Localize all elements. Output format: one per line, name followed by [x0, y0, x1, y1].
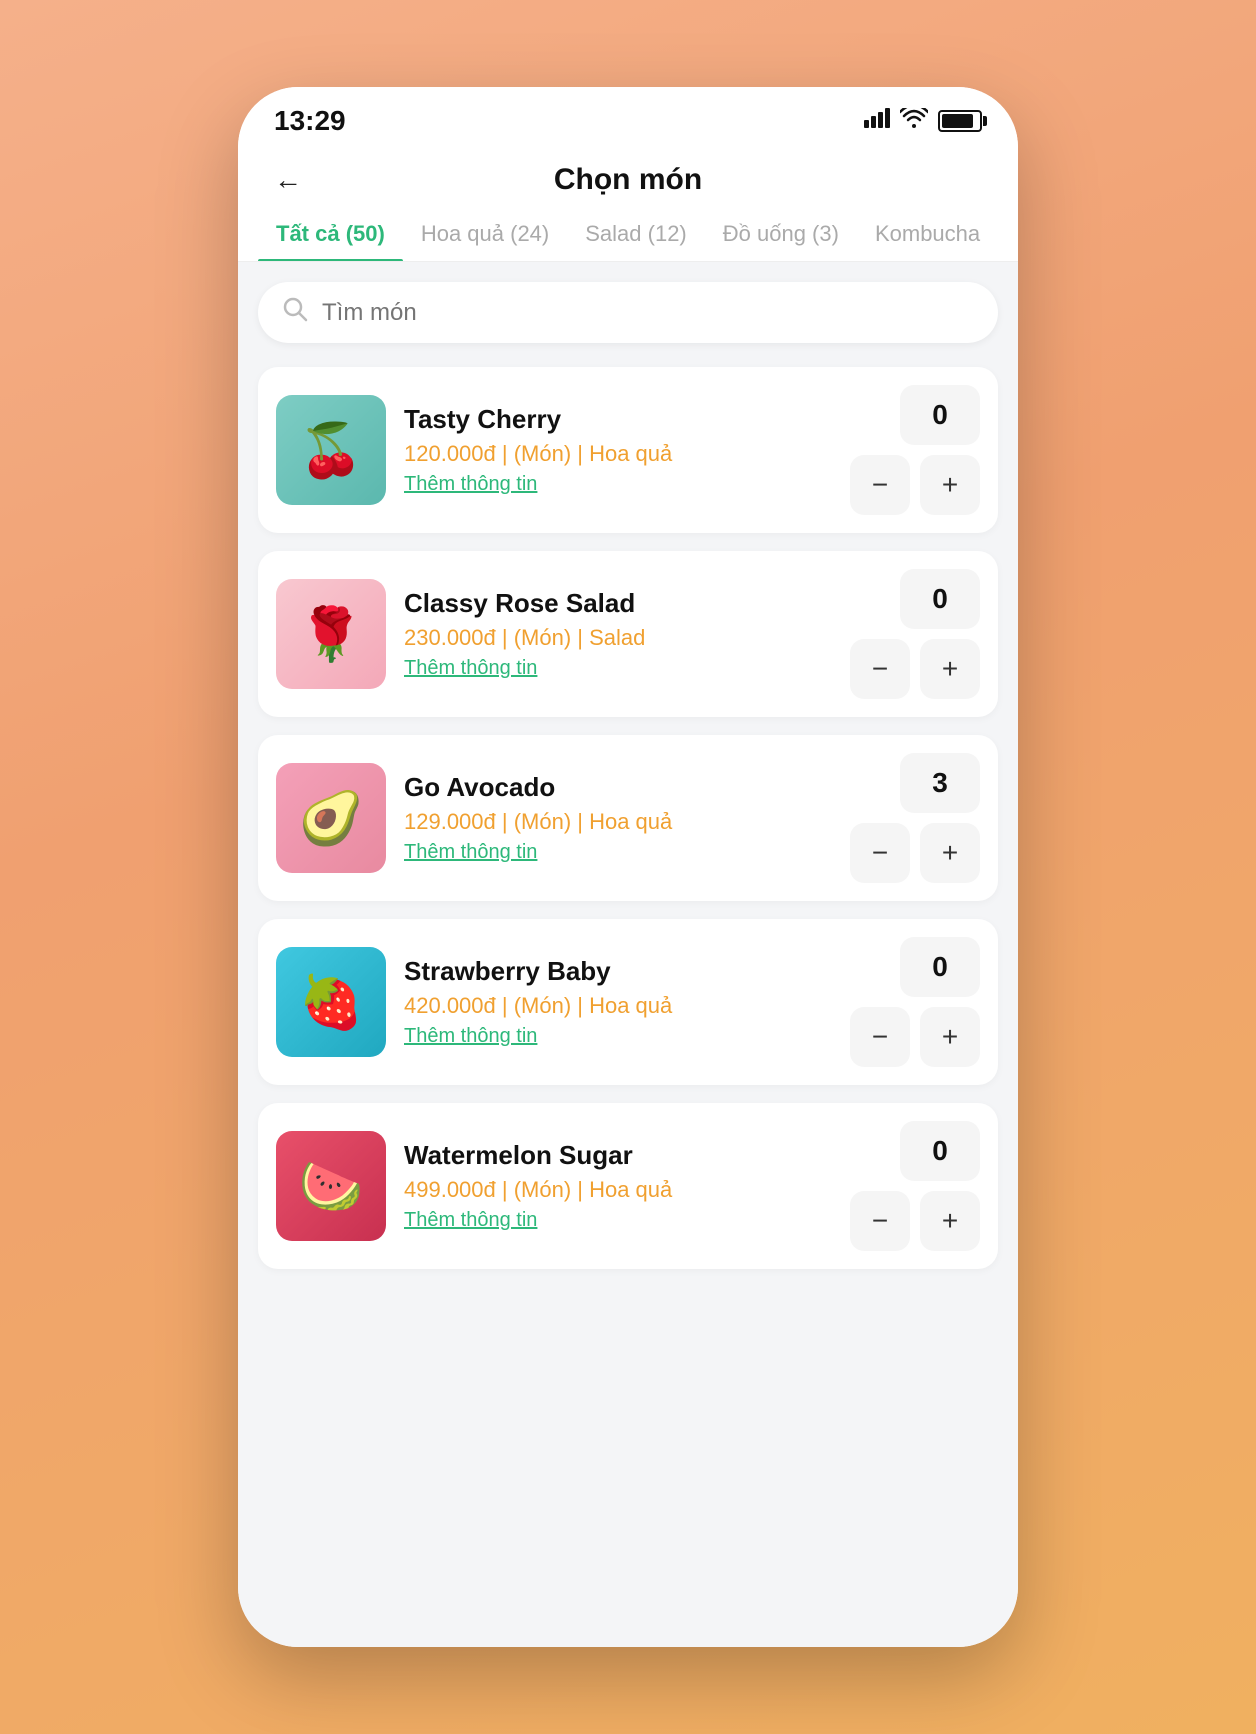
item-name-item3: Go Avocado: [404, 772, 850, 803]
item-more-link-item1[interactable]: Thêm thông tin: [404, 473, 537, 495]
search-input[interactable]: [322, 299, 974, 327]
item-qty-item4: 0: [900, 937, 980, 997]
menu-item-item5: 🍉 Watermelon Sugar 499.000đ | (Món) | Ho…: [258, 1103, 998, 1269]
tabs-container: Tất cả (50)Hoa quả (24)Salad (12)Đồ uống…: [238, 207, 1018, 262]
item-controls-item3: 3 − +: [850, 753, 980, 883]
item-controls-item2: 0 − +: [850, 569, 980, 699]
item-increment-item4[interactable]: +: [920, 1007, 980, 1067]
item-qty-item5: 0: [900, 1121, 980, 1181]
search-box: [258, 282, 998, 343]
item-controls-item5: 0 − +: [850, 1121, 980, 1251]
item-price-item1: 120.000đ | (Món) | Hoa quả: [404, 441, 850, 467]
item-qty-buttons-item4: − +: [850, 1007, 980, 1067]
item-price-item2: 230.000đ | (Món) | Salad: [404, 625, 850, 651]
menu-item-item3: 🥑 Go Avocado 129.000đ | (Món) | Hoa quả …: [258, 735, 998, 901]
item-image-item2: 🌹: [276, 579, 386, 689]
item-name-item1: Tasty Cherry: [404, 404, 850, 435]
item-more-link-item3[interactable]: Thêm thông tin: [404, 841, 537, 863]
item-info-item1: Tasty Cherry 120.000đ | (Món) | Hoa quả …: [404, 404, 850, 496]
item-decrement-item4[interactable]: −: [850, 1007, 910, 1067]
page-title: Chọn món: [554, 163, 702, 197]
item-info-item5: Watermelon Sugar 499.000đ | (Món) | Hoa …: [404, 1140, 850, 1232]
item-info-item3: Go Avocado 129.000đ | (Món) | Hoa quả Th…: [404, 772, 850, 864]
item-image-item1: 🍒: [276, 395, 386, 505]
item-image-item3: 🥑: [276, 763, 386, 873]
item-name-item2: Classy Rose Salad: [404, 588, 850, 619]
item-info-item2: Classy Rose Salad 230.000đ | (Món) | Sal…: [404, 588, 850, 680]
item-increment-item1[interactable]: +: [920, 455, 980, 515]
item-decrement-item2[interactable]: −: [850, 639, 910, 699]
item-price-item4: 420.000đ | (Món) | Hoa quả: [404, 993, 850, 1019]
item-decrement-item1[interactable]: −: [850, 455, 910, 515]
item-qty-buttons-item5: − +: [850, 1191, 980, 1251]
tab-salad[interactable]: Salad (12): [567, 207, 705, 261]
menu-item-item2: 🌹 Classy Rose Salad 230.000đ | (Món) | S…: [258, 551, 998, 717]
status-time: 13:29: [274, 105, 346, 137]
tab-all[interactable]: Tất cả (50): [258, 207, 403, 261]
phone-frame: 13:29: [238, 87, 1018, 1647]
item-price-item5: 499.000đ | (Món) | Hoa quả: [404, 1177, 850, 1203]
wifi-icon: [900, 108, 928, 134]
battery-icon: [938, 110, 982, 132]
item-qty-buttons-item1: − +: [850, 455, 980, 515]
menu-item-item1: 🍒 Tasty Cherry 120.000đ | (Món) | Hoa qu…: [258, 367, 998, 533]
item-image-item4: 🍓: [276, 947, 386, 1057]
search-icon: [282, 296, 308, 329]
item-more-link-item4[interactable]: Thêm thông tin: [404, 1025, 537, 1047]
item-controls-item1: 0 − +: [850, 385, 980, 515]
tab-drinks[interactable]: Đồ uống (3): [705, 207, 857, 261]
item-controls-item4: 0 − +: [850, 937, 980, 1067]
item-increment-item5[interactable]: +: [920, 1191, 980, 1251]
status-icons: [864, 108, 982, 134]
tab-fruit[interactable]: Hoa quả (24): [403, 207, 567, 261]
status-bar: 13:29: [238, 87, 1018, 147]
item-name-item4: Strawberry Baby: [404, 956, 850, 987]
item-qty-buttons-item3: − +: [850, 823, 980, 883]
item-qty-buttons-item2: − +: [850, 639, 980, 699]
item-info-item4: Strawberry Baby 420.000đ | (Món) | Hoa q…: [404, 956, 850, 1048]
item-more-link-item2[interactable]: Thêm thông tin: [404, 657, 537, 679]
item-qty-item2: 0: [900, 569, 980, 629]
content-area: 🍒 Tasty Cherry 120.000đ | (Món) | Hoa qu…: [238, 262, 1018, 1647]
item-decrement-item5[interactable]: −: [850, 1191, 910, 1251]
item-price-item3: 129.000đ | (Món) | Hoa quả: [404, 809, 850, 835]
item-qty-item1: 0: [900, 385, 980, 445]
item-qty-item3: 3: [900, 753, 980, 813]
item-increment-item3[interactable]: +: [920, 823, 980, 883]
menu-list: 🍒 Tasty Cherry 120.000đ | (Món) | Hoa qu…: [258, 367, 998, 1269]
item-more-link-item5[interactable]: Thêm thông tin: [404, 1209, 537, 1231]
item-increment-item2[interactable]: +: [920, 639, 980, 699]
menu-item-item4: 🍓 Strawberry Baby 420.000đ | (Món) | Hoa…: [258, 919, 998, 1085]
tab-kombucha[interactable]: Kombucha: [857, 207, 998, 261]
item-decrement-item3[interactable]: −: [850, 823, 910, 883]
signal-icon: [864, 108, 890, 134]
header: ← Chọn món: [238, 147, 1018, 207]
back-button[interactable]: ←: [274, 164, 302, 196]
item-name-item5: Watermelon Sugar: [404, 1140, 850, 1171]
item-image-item5: 🍉: [276, 1131, 386, 1241]
